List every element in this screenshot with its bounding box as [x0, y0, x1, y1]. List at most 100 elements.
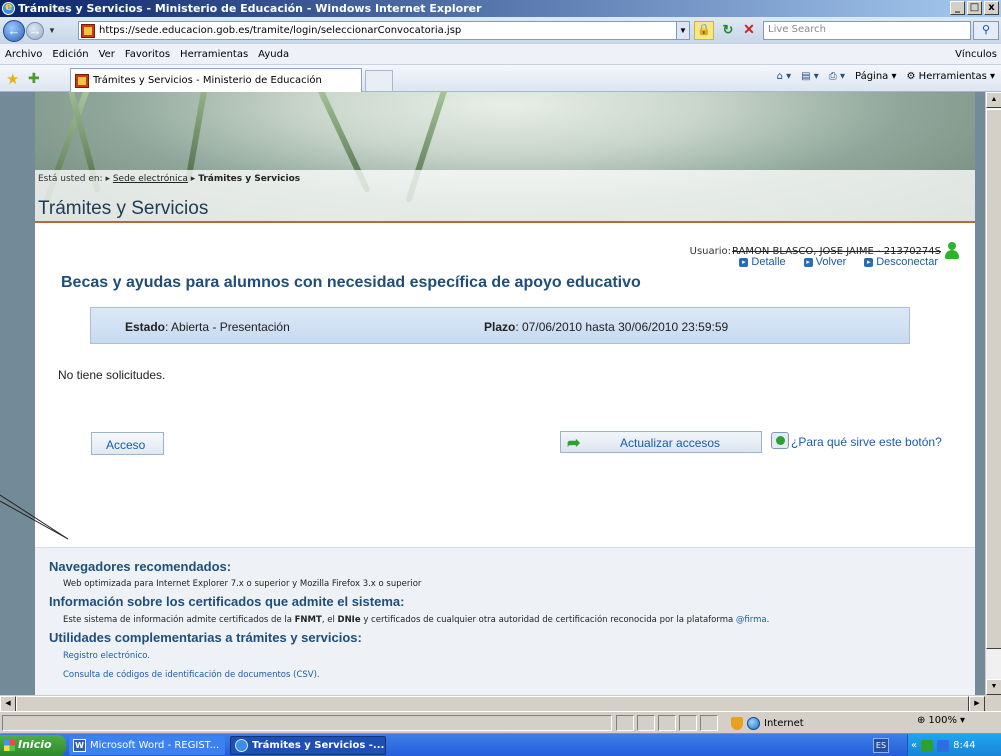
help-icon[interactable]	[771, 432, 789, 449]
tray-expand-icon[interactable]: «	[911, 740, 917, 751]
horizontal-scrollbar[interactable]: ◀ ▶	[0, 695, 985, 712]
zoom-control[interactable]: ⊕ 100% ▾	[917, 715, 965, 726]
no-solicitudes-text: No tiene solicitudes.	[58, 368, 166, 382]
status-bar: Internet ⊕ 100% ▾	[0, 711, 1001, 733]
breadcrumb-link-sede[interactable]: Sede electrónica	[113, 174, 188, 184]
favorites-star-icon[interactable]: ★	[6, 70, 19, 88]
home-icon[interactable]: ⌂ ▾	[777, 71, 792, 82]
footer: Navegadores recomendados: Web optimizada…	[35, 547, 975, 695]
security-zone[interactable]: Internet	[727, 715, 907, 731]
ie-task-label: Trámites y Servicios -...	[252, 740, 385, 751]
command-bar: ⌂ ▾ ▤ ▾ ⎙ ▾ Página ▾ ⚙ Herramientas ▾	[777, 71, 995, 82]
minimize-button[interactable]: _	[950, 1, 965, 15]
acceso-button[interactable]: Acceso	[91, 432, 164, 455]
menu-archivo[interactable]: Archivo	[0, 49, 47, 60]
protected-mode-icon	[731, 716, 743, 730]
taskbar-word[interactable]: W Microsoft Word - REGIST...	[69, 736, 225, 755]
window-title: Trámites y Servicios - Ministerio de Edu…	[18, 2, 482, 15]
scroll-left-icon[interactable]: ◀	[0, 696, 16, 712]
tray-app-icon[interactable]	[937, 739, 950, 752]
cert-text-4: .	[766, 615, 770, 625]
fnmt-text: FNMT	[294, 615, 322, 625]
globe-icon	[747, 716, 760, 730]
refresh-icon[interactable]: ↻	[719, 21, 737, 40]
forward-button[interactable]: →	[26, 21, 44, 40]
navegadores-text: Web optimizada para Internet Explorer 7.…	[63, 579, 422, 589]
menu-herramientas[interactable]: Herramientas	[175, 49, 253, 60]
clock: 8:44	[953, 740, 976, 751]
banner-leaf	[185, 92, 212, 183]
menu-edicion[interactable]: Edición	[47, 49, 93, 60]
search-icon[interactable]: ⚲	[973, 21, 999, 40]
new-tab-button[interactable]	[365, 70, 393, 92]
csv-link[interactable]: Consulta de códigos de identificación de…	[63, 670, 320, 680]
horizontal-scroll-thumb[interactable]	[16, 696, 969, 712]
address-bar-row: ← → ▼ https://sede.educacion.gob.es/tram…	[0, 17, 1001, 44]
content-viewport: Está usted en: ▸ Sede electrónica ▸ Trám…	[0, 92, 985, 695]
status-pane	[637, 715, 655, 731]
vertical-scroll-thumb[interactable]	[986, 109, 1001, 649]
start-button[interactable]: Inicio	[0, 735, 66, 756]
word-task-label: Microsoft Word - REGIST...	[90, 740, 220, 751]
usuario-name: RAMON BLASCO, JOSE JAIME - 21370274S	[732, 245, 941, 257]
zoom-level: 100%	[928, 715, 957, 726]
breadcrumb-prefix: Está usted en:	[38, 174, 103, 184]
cert-text-3: y certificados de cualquier otra autorid…	[360, 615, 736, 625]
close-button[interactable]: x	[984, 1, 999, 15]
scroll-up-icon[interactable]: ▲	[986, 92, 1001, 108]
links-toolbar[interactable]: Vínculos	[955, 49, 997, 60]
status-pane	[700, 715, 718, 731]
taskbar-ie[interactable]: Trámites y Servicios -...	[230, 736, 386, 755]
certificados-heading: Información sobre los certificados que a…	[49, 594, 405, 609]
help-link[interactable]: ¿Para qué sirve este botón?	[791, 435, 942, 449]
add-favorite-icon[interactable]: ✚	[28, 70, 40, 87]
language-indicator[interactable]: ES	[873, 738, 889, 753]
status-text-pane	[2, 715, 612, 731]
network-icon[interactable]	[921, 739, 934, 752]
search-input[interactable]: Live Search	[763, 21, 971, 40]
address-dropdown-icon[interactable]: ▼	[676, 21, 690, 40]
registro-link[interactable]: Registro electrónico.	[63, 651, 150, 661]
feeds-icon[interactable]: ▤ ▾	[801, 71, 819, 82]
plazo-label: Plazo	[484, 320, 516, 334]
scroll-down-icon[interactable]: ▼	[986, 679, 1001, 695]
word-icon: W	[73, 739, 86, 752]
dnie-text: DNIe	[337, 615, 361, 625]
menu-ver[interactable]: Ver	[94, 49, 120, 60]
menu-favoritos[interactable]: Favoritos	[120, 49, 175, 60]
herramientas-menu[interactable]: ⚙ Herramientas ▾	[907, 71, 995, 82]
header-banner: Está usted en: ▸ Sede electrónica ▸ Trám…	[35, 92, 975, 222]
user-icon	[945, 242, 959, 260]
print-icon[interactable]: ⎙ ▾	[829, 71, 845, 82]
actualizar-accesos-button[interactable]: ➦ Actualizar accesos	[560, 431, 762, 453]
maximize-button[interactable]: □	[967, 1, 982, 15]
usuario-label: Usuario:	[689, 245, 731, 257]
actualizar-label: Actualizar accesos	[620, 436, 721, 450]
back-button[interactable]: ←	[3, 19, 25, 42]
pagina-label: Página	[855, 71, 889, 82]
scroll-right-icon[interactable]: ▶	[969, 696, 985, 712]
pagina-menu[interactable]: Página ▾	[855, 71, 897, 82]
plazo-field: Plazo: 07/06/2010 hasta 30/06/2010 23:59…	[484, 320, 728, 334]
stop-icon[interactable]: ✕	[740, 21, 758, 40]
utilidades-heading: Utilidades complementarias a trámites y …	[49, 630, 362, 645]
menu-ayuda[interactable]: Ayuda	[253, 49, 294, 60]
tab-favicon-icon	[75, 73, 89, 88]
volver-link[interactable]: ▸ Volver	[803, 256, 846, 268]
status-pane	[679, 715, 697, 731]
taskbar: Inicio W Microsoft Word - REGIST... Trám…	[0, 733, 1001, 756]
tab-tramites[interactable]: Trámites y Servicios - Ministerio de Edu…	[70, 68, 362, 92]
address-input[interactable]: https://sede.educacion.gob.es/tramite/lo…	[78, 21, 686, 40]
firma-link[interactable]: @firma	[736, 615, 767, 625]
detalle-label: Detalle	[751, 256, 786, 268]
vertical-scrollbar[interactable]: ▲ ▼	[985, 92, 1001, 695]
ie-logo-icon	[2, 0, 15, 15]
history-dropdown-icon[interactable]: ▼	[48, 26, 56, 35]
gear-icon: ⚙	[906, 71, 916, 82]
herramientas-label: Herramientas	[918, 71, 987, 82]
desconectar-link[interactable]: ▸ Desconectar	[864, 256, 938, 268]
menu-bar: Archivo Edición Ver Favoritos Herramient…	[0, 44, 1001, 65]
url-text: https://sede.educacion.gob.es/tramite/lo…	[99, 25, 462, 36]
lock-icon[interactable]: 🔒	[694, 21, 714, 40]
detalle-link[interactable]: ▸ Detalle	[739, 256, 786, 268]
